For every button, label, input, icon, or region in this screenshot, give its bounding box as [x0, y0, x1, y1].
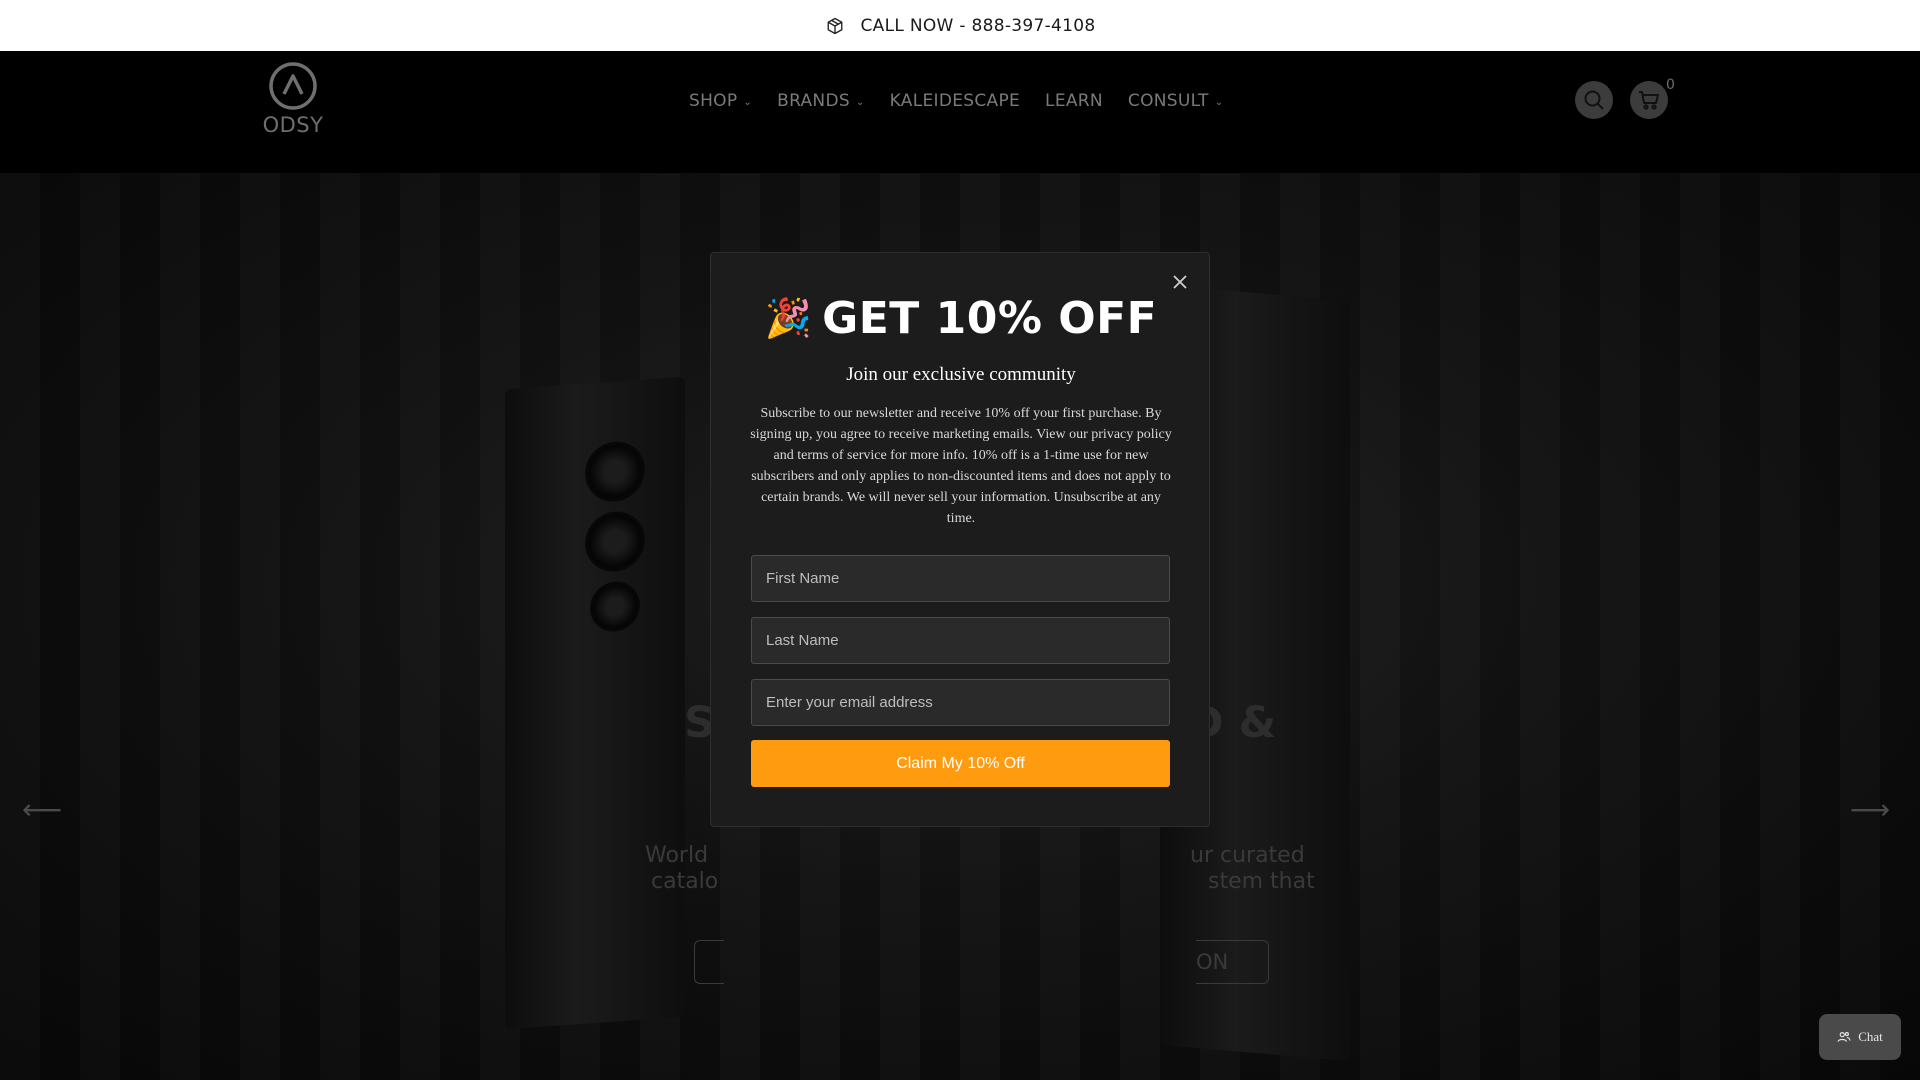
nav-item-learn[interactable]: LEARN	[1045, 91, 1103, 111]
hero-subtitle-left: World catalo	[645, 843, 719, 894]
search-icon	[1584, 90, 1604, 110]
cart-button[interactable]	[1630, 81, 1668, 119]
cart-icon	[1639, 91, 1659, 110]
chat-users-icon	[1837, 1032, 1851, 1042]
modal-title: 🎉 GET 10% OFF	[711, 293, 1211, 344]
chat-button[interactable]: Chat	[1819, 1014, 1901, 1060]
nav-item-brands[interactable]: BRANDS ⌄	[777, 91, 865, 111]
chevron-down-icon: ⌄	[855, 96, 865, 108]
announcement-bar: CALL NOW - 888-397-4108	[0, 0, 1920, 51]
announcement-text[interactable]: CALL NOW - 888-397-4108	[860, 16, 1095, 36]
hero-cta-left-button[interactable]	[694, 940, 724, 984]
modal-subtitle: Join our exclusive community	[846, 364, 1076, 385]
hero-subtitle-right: ur curated stem that	[1190, 843, 1315, 894]
hero-cta-right-button[interactable]: ON	[1196, 940, 1269, 984]
speaker-driver	[585, 509, 645, 574]
last-name-field[interactable]	[751, 617, 1170, 664]
cart-count: 0	[1666, 77, 1675, 93]
cube-icon	[824, 15, 846, 37]
modal-body-text: Subscribe to our newsletter and receive …	[750, 406, 1172, 526]
main-nav: SHOP ⌄ BRANDS ⌄ KALEIDESCAPE LEARN CONSULT…	[689, 89, 1248, 113]
party-popper-icon: 🎉	[764, 297, 813, 340]
email-field[interactable]	[751, 679, 1170, 726]
claim-discount-button[interactable]: Claim My 10% Off	[751, 740, 1170, 787]
speaker-driver	[585, 439, 645, 504]
nav-item-consult[interactable]: CONSULT ⌄	[1128, 91, 1224, 111]
arrow-left-icon[interactable]: ⟵	[22, 793, 62, 826]
speaker-driver	[590, 579, 640, 634]
chevron-down-icon: ⌄	[1214, 96, 1224, 108]
modal-headline: GET 10% OFF	[822, 293, 1158, 344]
arrow-right-icon[interactable]: ⟶	[1850, 793, 1890, 826]
close-icon	[1173, 275, 1187, 289]
chat-label: Chat	[1858, 1029, 1883, 1044]
newsletter-modal: 🎉 GET 10% OFF Join our exclusive communi…	[710, 252, 1210, 827]
chevron-down-icon: ⌄	[743, 96, 753, 108]
logo-mark-icon	[269, 62, 317, 110]
close-button[interactable]	[1169, 271, 1191, 293]
nav-item-kaleidescape[interactable]: KALEIDESCAPE	[890, 91, 1020, 111]
search-button[interactable]	[1575, 81, 1613, 119]
logo[interactable]: ODSY	[259, 61, 327, 141]
speaker-image	[505, 376, 685, 1030]
nav-item-shop[interactable]: SHOP ⌄	[689, 91, 752, 111]
logo-text: ODSY	[262, 113, 324, 137]
site-header: ODSY SHOP ⌄ BRANDS ⌄ KALEIDESCAPE LEARN CO…	[0, 51, 1920, 173]
first-name-field[interactable]	[751, 555, 1170, 602]
